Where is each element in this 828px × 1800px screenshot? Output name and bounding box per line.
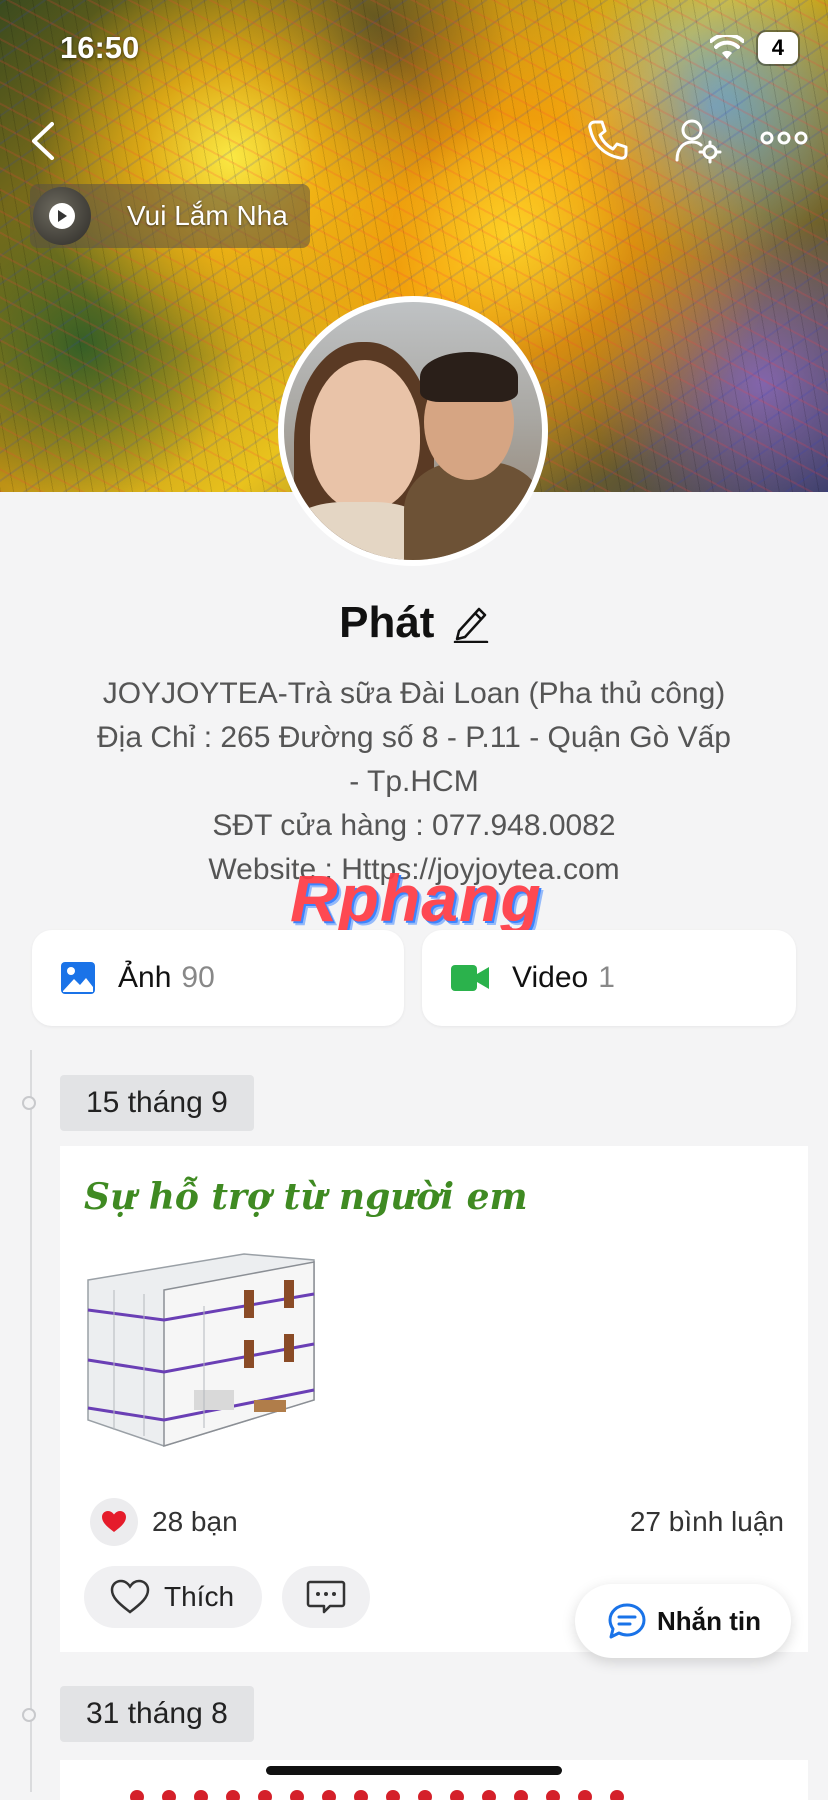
photos-label: Ảnh (118, 961, 172, 994)
timeline-dot (22, 1708, 36, 1722)
reaction-count[interactable]: 28 bạn (152, 1506, 238, 1538)
photos-count: 90 (181, 961, 215, 994)
post-title: Sự hỗ trợ từ người em (84, 1176, 528, 1218)
home-indicator[interactable] (266, 1766, 562, 1775)
battery-indicator: 4 (757, 32, 798, 64)
user-gear-icon[interactable] (674, 118, 722, 164)
comment-count[interactable]: 27 bình luận (630, 1506, 784, 1538)
music-title: Vui Lắm Nha (127, 200, 288, 231)
bio-line: JOYJOYTEA-Trà sữa Đài Loan (Pha thủ công… (102, 677, 726, 710)
photos-button[interactable]: Ảnh 90 (32, 930, 404, 1026)
profile-music-button[interactable]: Vui Lắm Nha (30, 184, 310, 248)
chevron-left-icon[interactable] (24, 118, 64, 164)
photo-icon (61, 962, 95, 994)
message-button[interactable]: Nhắn tin (575, 1584, 791, 1658)
timeline-dot (22, 1096, 36, 1110)
video-camera-icon (451, 965, 489, 991)
videos-button[interactable]: Video 1 (422, 930, 796, 1026)
like-label: Thích (164, 1581, 235, 1612)
chat-bubble-icon (608, 1603, 646, 1639)
comment-icon (306, 1580, 346, 1614)
message-button-label: Nhắn tin (657, 1605, 761, 1636)
more-dots-icon[interactable] (760, 128, 808, 148)
heart-outline-icon (110, 1579, 150, 1614)
bio-line: SĐT cửa hàng : 077.948.0082 (212, 809, 616, 842)
timeline-date: 31 tháng 8 (60, 1686, 254, 1742)
edit-pencil-icon[interactable] (453, 603, 489, 643)
videos-count: 1 (598, 961, 615, 994)
heart-reaction-icon[interactable] (90, 1498, 138, 1546)
avatar[interactable] (278, 296, 548, 566)
profile-name: Phát (339, 598, 435, 647)
status-indicators: 4 (709, 32, 798, 64)
wifi-icon (709, 35, 744, 59)
play-icon (49, 203, 75, 229)
post-image[interactable] (84, 1250, 316, 1462)
music-thumbnail (33, 187, 91, 245)
like-button[interactable]: Thích (84, 1566, 262, 1628)
timeline-line (30, 1050, 32, 1792)
profile-name-row: Phát (0, 598, 828, 648)
bio-line: Địa Chỉ : 265 Đường số 8 - P.11 - Quận G… (97, 721, 731, 754)
post-card[interactable]: Sự hỗ trợ từ người em 28 bạn 27 bình luậ… (60, 1146, 808, 1652)
timeline-date: 15 tháng 9 (60, 1075, 254, 1131)
videos-label: Video (512, 961, 589, 994)
bio-line: - Tp.HCM (349, 765, 479, 798)
watermark: Rphang (290, 861, 542, 935)
phone-icon[interactable] (586, 118, 630, 162)
status-time: 16:50 (60, 30, 140, 65)
comment-button[interactable] (282, 1566, 370, 1628)
profile-bio: JOYJOYTEA-Trà sữa Đài Loan (Pha thủ công… (70, 672, 758, 892)
post-title-peek (130, 1780, 730, 1800)
